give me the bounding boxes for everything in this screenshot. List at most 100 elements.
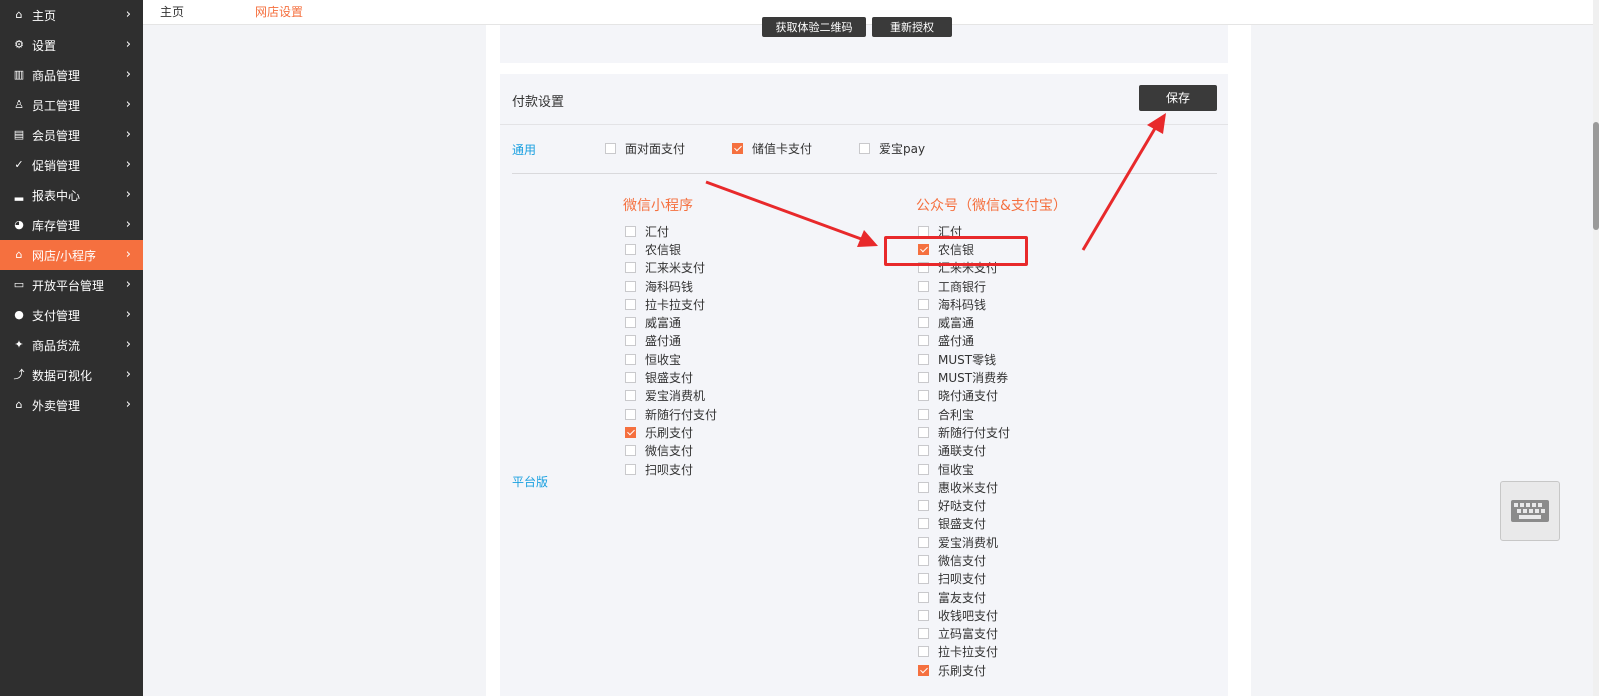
checkbox[interactable]: [605, 143, 616, 154]
payment-option[interactable]: 汇来米支付: [918, 259, 1010, 277]
payment-option[interactable]: 农信银: [918, 240, 1010, 258]
checkbox[interactable]: [625, 280, 636, 292]
checkbox-checked[interactable]: [918, 243, 929, 255]
sidebar-item[interactable]: ✓ 促销管理 ›: [0, 150, 143, 180]
get-trial-qrcode-button[interactable]: 获取体验二维码: [762, 17, 866, 37]
payment-option[interactable]: 拉卡拉支付: [918, 643, 1010, 661]
payment-option[interactable]: 威富通: [918, 313, 1010, 331]
checkbox[interactable]: [625, 445, 636, 457]
payment-option[interactable]: 农信银: [625, 240, 717, 258]
checkbox[interactable]: [918, 408, 929, 420]
sidebar-item[interactable]: ▭ 开放平台管理 ›: [0, 270, 143, 300]
payment-option[interactable]: 微信支付: [625, 442, 717, 460]
checkbox[interactable]: [859, 143, 870, 154]
checkbox[interactable]: [625, 298, 636, 310]
payment-option[interactable]: 海科码钱: [918, 295, 1010, 313]
checkbox[interactable]: [918, 481, 929, 493]
checkbox[interactable]: [918, 445, 929, 457]
payment-option[interactable]: 储值卡支付: [732, 140, 812, 157]
payment-option[interactable]: 新随行付支付: [625, 405, 717, 423]
reauthorize-button[interactable]: 重新授权: [872, 17, 952, 37]
sidebar-item[interactable]: ⚙ 设置 ›: [0, 30, 143, 60]
payment-option[interactable]: 银盛支付: [625, 368, 717, 386]
keyboard-widget[interactable]: [1500, 481, 1560, 541]
checkbox[interactable]: [918, 646, 929, 658]
checkbox[interactable]: [918, 317, 929, 329]
payment-option[interactable]: 海科码钱: [625, 277, 717, 295]
checkbox[interactable]: [918, 353, 929, 365]
checkbox-checked[interactable]: [732, 143, 743, 154]
payment-option[interactable]: 惠收米支付: [918, 478, 1010, 496]
payment-option[interactable]: 晓付通支付: [918, 387, 1010, 405]
breadcrumb-home[interactable]: 主页: [160, 3, 184, 20]
payment-option[interactable]: 扫呗支付: [625, 460, 717, 478]
payment-option[interactable]: 汇付: [918, 222, 1010, 240]
payment-option[interactable]: 威富通: [625, 313, 717, 331]
checkbox[interactable]: [918, 518, 929, 530]
checkbox[interactable]: [918, 298, 929, 310]
payment-option[interactable]: 爱宝消费机: [918, 533, 1010, 551]
checkbox[interactable]: [625, 463, 636, 475]
payment-option[interactable]: 爱宝pay: [859, 140, 925, 157]
payment-option[interactable]: 汇付: [625, 222, 717, 240]
save-button[interactable]: 保存: [1139, 85, 1217, 111]
checkbox[interactable]: [918, 554, 929, 566]
payment-option[interactable]: 好哒支付: [918, 496, 1010, 514]
checkbox[interactable]: [918, 426, 929, 438]
payment-option[interactable]: 爱宝消费机: [625, 387, 717, 405]
checkbox[interactable]: [918, 390, 929, 402]
payment-option[interactable]: 扫呗支付: [918, 570, 1010, 588]
breadcrumb-current[interactable]: 网店设置: [255, 3, 303, 20]
checkbox[interactable]: [918, 280, 929, 292]
payment-option[interactable]: 微信支付: [918, 551, 1010, 569]
checkbox[interactable]: [625, 408, 636, 420]
checkbox[interactable]: [918, 463, 929, 475]
payment-option[interactable]: 恒收宝: [625, 350, 717, 368]
payment-option[interactable]: 富友支付: [918, 588, 1010, 606]
checkbox[interactable]: [625, 317, 636, 329]
payment-option[interactable]: 收钱吧支付: [918, 606, 1010, 624]
sidebar-item[interactable]: ▤ 会员管理 ›: [0, 120, 143, 150]
payment-option[interactable]: 工商银行: [918, 277, 1010, 295]
payment-option[interactable]: 拉卡拉支付: [625, 295, 717, 313]
checkbox[interactable]: [918, 628, 929, 640]
sidebar-item[interactable]: ⌂ 主页 ›: [0, 0, 143, 30]
payment-option[interactable]: 银盛支付: [918, 515, 1010, 533]
checkbox-checked[interactable]: [625, 426, 636, 438]
checkbox[interactable]: [918, 591, 929, 603]
payment-option[interactable]: 合利宝: [918, 405, 1010, 423]
payment-option[interactable]: 新随行付支付: [918, 423, 1010, 441]
scrollbar-track[interactable]: [1593, 0, 1599, 696]
payment-option[interactable]: 恒收宝: [918, 460, 1010, 478]
checkbox-checked[interactable]: [918, 664, 929, 676]
checkbox[interactable]: [918, 335, 929, 347]
checkbox[interactable]: [918, 609, 929, 621]
payment-option[interactable]: 通联支付: [918, 442, 1010, 460]
scrollbar-thumb[interactable]: [1593, 122, 1599, 230]
payment-option[interactable]: 盛付通: [918, 332, 1010, 350]
checkbox[interactable]: [625, 225, 636, 237]
sidebar-item[interactable]: ♙ 员工管理 ›: [0, 90, 143, 120]
payment-option[interactable]: 盛付通: [625, 332, 717, 350]
sidebar-item[interactable]: ✦ 商品货流 ›: [0, 330, 143, 360]
payment-option[interactable]: 汇来米支付: [625, 259, 717, 277]
checkbox[interactable]: [625, 372, 636, 384]
payment-option[interactable]: MUST消费券: [918, 368, 1010, 386]
checkbox[interactable]: [625, 243, 636, 255]
checkbox[interactable]: [918, 573, 929, 585]
payment-option[interactable]: 乐刷支付: [625, 423, 717, 441]
checkbox[interactable]: [918, 536, 929, 548]
sidebar-item[interactable]: ▂ 报表中心 ›: [0, 180, 143, 210]
payment-option[interactable]: MUST零钱: [918, 350, 1010, 368]
checkbox[interactable]: [918, 500, 929, 512]
checkbox[interactable]: [625, 262, 636, 274]
sidebar-item[interactable]: ⌂ 网店/小程序 ›: [0, 240, 143, 270]
checkbox[interactable]: [625, 353, 636, 365]
checkbox[interactable]: [625, 335, 636, 347]
sidebar-item[interactable]: ◕ 库存管理 ›: [0, 210, 143, 240]
payment-option[interactable]: 乐刷支付: [918, 661, 1010, 679]
sidebar-item[interactable]: ⌂ 外卖管理 ›: [0, 390, 143, 420]
payment-option[interactable]: 面对面支付: [605, 140, 685, 157]
payment-option[interactable]: 立码富支付: [918, 625, 1010, 643]
checkbox[interactable]: [625, 390, 636, 402]
